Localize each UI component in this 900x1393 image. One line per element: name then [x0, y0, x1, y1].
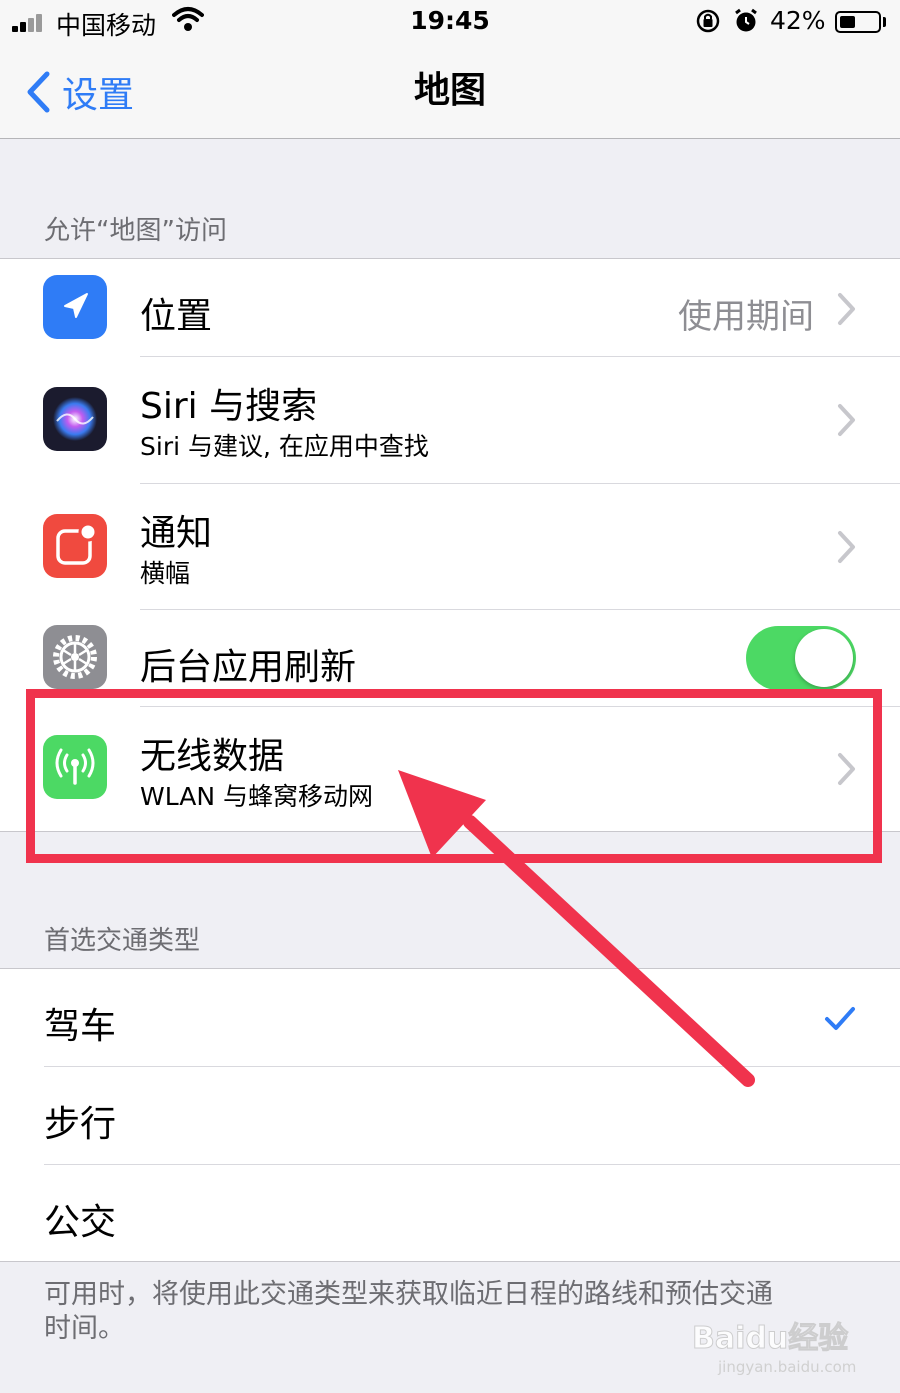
section-header-access: 允许“地图”访问 [44, 216, 227, 246]
row-transport-driving[interactable]: 驾车 [0, 969, 900, 1066]
notifications-icon [43, 514, 107, 578]
chevron-right-icon [838, 531, 855, 563]
status-time: 19:45 [410, 6, 490, 35]
battery-level-fill [840, 16, 855, 28]
row-subtitle: Siri 与建议, 在应用中查找 [140, 432, 429, 461]
section-header-transport: 首选交通类型 [44, 926, 201, 956]
row-subtitle: 横幅 [140, 559, 191, 588]
gear-icon [43, 625, 107, 689]
row-location[interactable]: 位置 使用期间 [0, 259, 900, 356]
row-title: 驾车 [44, 1006, 117, 1047]
background-refresh-toggle[interactable] [746, 626, 856, 690]
location-arrow-icon [43, 275, 107, 339]
row-title: 公交 [44, 1202, 117, 1243]
transport-footer-note: 可用时，将使用此交通类型来获取临近日程的路线和预估交通时间。 [44, 1279, 773, 1344]
row-notifications[interactable]: 通知 横幅 [0, 484, 900, 609]
svg-text:jingyan.baidu.com: jingyan.baidu.com [717, 1358, 856, 1376]
battery-tip [883, 17, 886, 27]
chevron-right-icon [838, 404, 855, 436]
row-title: 通知 [140, 513, 213, 554]
alarm-clock-icon [735, 8, 757, 32]
siri-icon [43, 387, 107, 451]
rotation-lock-icon [696, 9, 720, 33]
watermark-logo: Baidu经验 jingyan.baidu.com [688, 1314, 888, 1378]
row-title: Siri 与搜索 [140, 386, 318, 427]
row-title: 位置 [140, 296, 213, 337]
location-permission-value: 使用期间 [678, 297, 814, 337]
chevron-right-icon [838, 293, 855, 325]
row-transport-transit[interactable]: 公交 [0, 1165, 900, 1261]
page-title: 地图 [413, 70, 486, 111]
row-title: 步行 [44, 1104, 117, 1145]
battery-icon [835, 11, 881, 33]
row-siri-search[interactable]: Siri 与搜索 Siri 与建议, 在应用中查找 [0, 357, 900, 483]
battery-percentage: 42% [770, 6, 826, 35]
toggle-knob [795, 629, 853, 687]
transport-type-group: 驾车 步行 公交 [0, 968, 900, 1262]
row-title: 后台应用刷新 [140, 647, 357, 688]
svg-text:Baidu经验: Baidu经验 [692, 1321, 848, 1356]
checkmark-icon [825, 1007, 855, 1030]
row-transport-walking[interactable]: 步行 [0, 1067, 900, 1164]
annotation-highlight-box [26, 689, 882, 863]
